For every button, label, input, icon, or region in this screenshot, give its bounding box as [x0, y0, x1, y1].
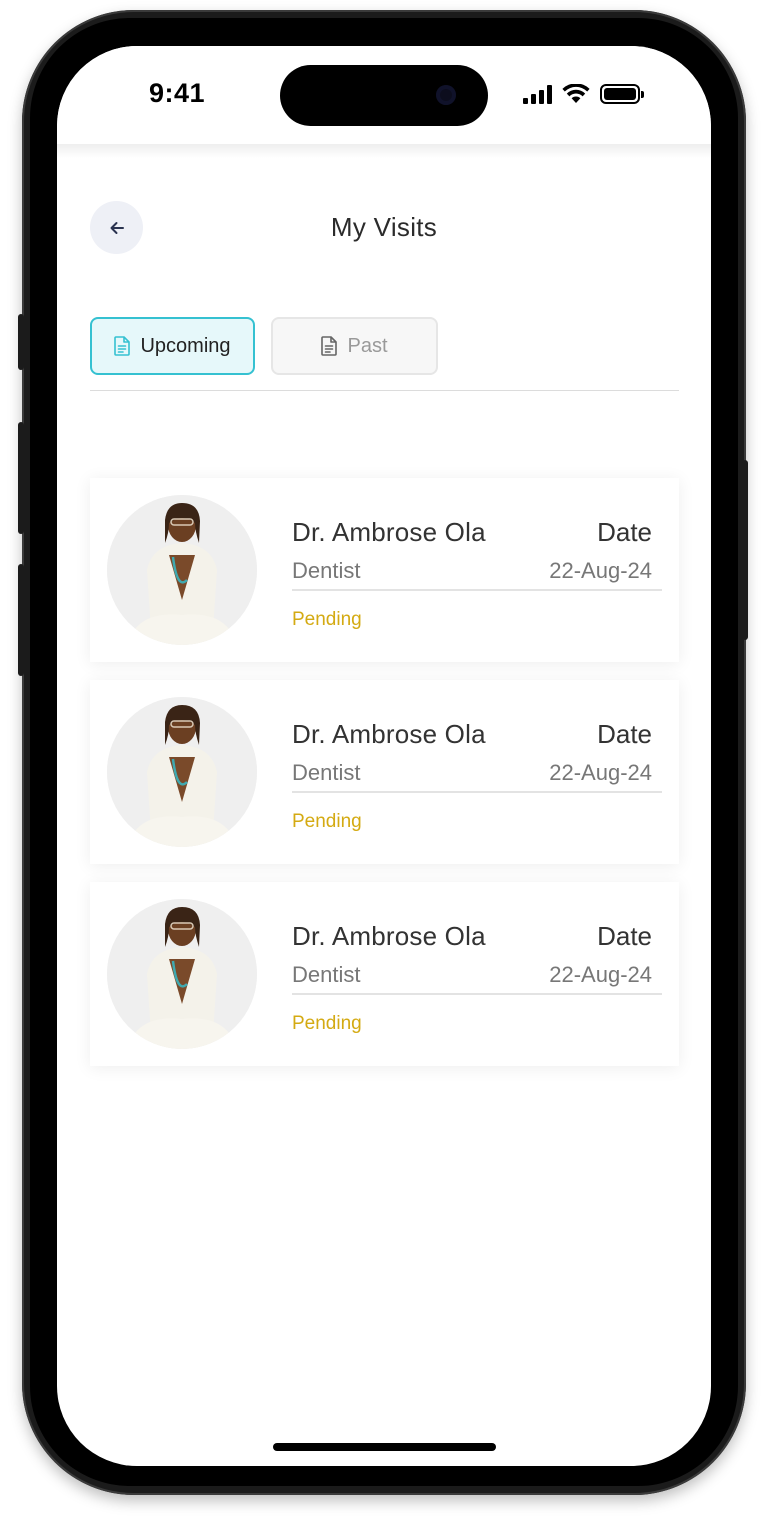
tab-past-label: Past [347, 334, 388, 357]
volume-down-button [18, 564, 24, 676]
power-button [742, 460, 748, 640]
action-button [18, 314, 24, 370]
card-divider [292, 589, 662, 591]
tab-upcoming[interactable]: Upcoming [90, 317, 255, 375]
card-divider [292, 993, 662, 995]
date-label: Date [597, 517, 652, 547]
visit-date: 22-Aug-24 [549, 558, 652, 583]
dynamic-island [280, 65, 488, 126]
document-icon [321, 336, 338, 356]
visit-date: 22-Aug-24 [549, 962, 652, 987]
visit-card[interactable]: Dr. Ambrose Ola Date Dentist 22-Aug-24 P… [90, 882, 679, 1066]
status-badge: Pending [292, 1013, 362, 1034]
card-divider [292, 791, 662, 793]
status-bar: 9:41 [57, 46, 711, 144]
battery-icon [600, 84, 644, 104]
screen: 9:41 My Visits Upcoming Past Dr. Ambrose… [57, 46, 711, 1466]
status-badge: Pending [292, 609, 362, 630]
header-shadow [57, 144, 711, 158]
doctor-name: Dr. Ambrose Ola [292, 719, 486, 749]
visit-card[interactable]: Dr. Ambrose Ola Date Dentist 22-Aug-24 P… [90, 680, 679, 864]
doctor-avatar [107, 899, 257, 1049]
visit-date: 22-Aug-24 [549, 760, 652, 785]
visit-card[interactable]: Dr. Ambrose Ola Date Dentist 22-Aug-24 P… [90, 478, 679, 662]
doctor-name: Dr. Ambrose Ola [292, 921, 486, 951]
doctor-avatar [107, 495, 257, 645]
doctor-specialty: Dentist [292, 962, 361, 987]
front-camera [436, 85, 456, 105]
page-title: My Visits [330, 212, 438, 242]
tab-upcoming-label: Upcoming [140, 334, 231, 357]
cellular-signal-icon [523, 84, 552, 104]
home-indicator[interactable] [273, 1443, 496, 1451]
doctor-specialty: Dentist [292, 558, 361, 583]
status-time: 9:41 [149, 78, 206, 108]
status-badge: Pending [292, 811, 362, 832]
status-icons [523, 82, 644, 106]
doctor-name: Dr. Ambrose Ola [292, 517, 486, 547]
doctor-avatar [107, 697, 257, 847]
document-icon [114, 336, 131, 356]
date-label: Date [597, 921, 652, 951]
tab-past[interactable]: Past [271, 317, 438, 375]
date-label: Date [597, 719, 652, 749]
wifi-icon [562, 84, 590, 103]
doctor-specialty: Dentist [292, 760, 361, 785]
volume-up-button [18, 422, 24, 534]
tabs-divider [90, 390, 679, 391]
